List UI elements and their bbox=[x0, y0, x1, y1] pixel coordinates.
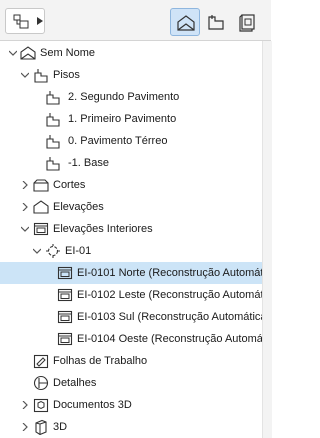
interior-elevation-icon bbox=[57, 332, 73, 346]
interior-elevation-group-icon bbox=[46, 244, 60, 258]
layout-book-icon bbox=[239, 14, 255, 32]
layout-book-button[interactable] bbox=[232, 8, 262, 36]
chevron-down-icon[interactable] bbox=[9, 49, 17, 57]
tree-item-3d[interactable]: 3D bbox=[0, 416, 262, 438]
tree-item-label: EI-01 bbox=[65, 245, 92, 257]
tree-item-label: EI-0103 Sul (Reconstrução Automática) bbox=[77, 311, 262, 323]
vertical-scrollbar[interactable] bbox=[262, 41, 272, 438]
view-map-button[interactable] bbox=[201, 8, 231, 36]
tree-item-label: Sem Nome bbox=[40, 47, 96, 59]
chevron-down-icon[interactable] bbox=[33, 247, 41, 255]
tree-item-folhas[interactable]: Folhas de Trabalho bbox=[0, 350, 262, 372]
detail-icon bbox=[33, 375, 49, 391]
tree-item-label: -1. Base bbox=[68, 157, 109, 169]
tree-item-label: EI-0101 Norte (Reconstrução Automática) bbox=[77, 267, 262, 279]
story-icon bbox=[46, 135, 60, 149]
caret-right-icon bbox=[37, 17, 43, 25]
tree-item-elevacoes[interactable]: Elevações bbox=[0, 196, 262, 218]
navigator-menu-button[interactable] bbox=[5, 8, 45, 34]
navigator-toolbar bbox=[0, 0, 271, 41]
tree-item-story[interactable]: 0. Pavimento Térreo bbox=[0, 130, 262, 152]
tree-item-label: 3D bbox=[53, 421, 68, 433]
tree-item-elevacoes-interiores[interactable]: Elevações Interiores bbox=[0, 218, 262, 240]
tree-item-detalhes[interactable]: Detalhes bbox=[0, 372, 262, 394]
tree-item-ei-view[interactable]: EI-0103 Sul (Reconstrução Automática) bbox=[0, 306, 262, 328]
chevron-right-icon[interactable] bbox=[21, 203, 29, 211]
worksheet-icon bbox=[33, 354, 49, 369]
tree-item-label: Detalhes bbox=[53, 377, 97, 389]
tree-item-label: Folhas de Trabalho bbox=[53, 355, 148, 367]
tree-item-label: EI-0104 Oeste (Reconstrução Automática) bbox=[77, 333, 262, 345]
tree-item-label: Elevações Interiores bbox=[53, 223, 153, 235]
section-icon bbox=[33, 179, 49, 192]
project-map-icon bbox=[177, 15, 195, 31]
tree-item-label: Pisos bbox=[53, 69, 80, 81]
cube-3d-icon bbox=[35, 419, 47, 435]
project-tree: Sem Nome Pisos 2. Segundo Pavimento 1. P… bbox=[0, 41, 262, 438]
interior-elevation-icon bbox=[57, 288, 73, 302]
navigator-menu-icon bbox=[13, 14, 29, 29]
tree-item-root[interactable]: Sem Nome bbox=[0, 42, 262, 64]
tree-item-label: 2. Segundo Pavimento bbox=[68, 91, 180, 103]
story-icon bbox=[46, 91, 60, 105]
chevron-right-icon[interactable] bbox=[21, 423, 29, 431]
chevron-down-icon[interactable] bbox=[21, 71, 29, 79]
document-3d-icon bbox=[33, 398, 49, 413]
view-map-icon bbox=[208, 15, 224, 30]
house-icon bbox=[20, 46, 36, 60]
tree-item-story[interactable]: -1. Base bbox=[0, 152, 262, 174]
tree-item-pisos[interactable]: Pisos bbox=[0, 64, 262, 86]
interior-elevation-icon bbox=[57, 310, 73, 324]
interior-elevation-icon bbox=[33, 222, 49, 236]
tree-item-ei-01[interactable]: EI-01 bbox=[0, 240, 262, 262]
tree-item-label: EI-0102 Leste (Reconstrução Automática) bbox=[77, 289, 262, 301]
tree-item-documentos-3d[interactable]: Documentos 3D bbox=[0, 394, 262, 416]
tree-item-ei-view[interactable]: EI-0102 Leste (Reconstrução Automática) bbox=[0, 284, 262, 306]
tree-item-label: Cortes bbox=[53, 179, 86, 191]
tree-item-label: Documentos 3D bbox=[53, 399, 132, 411]
story-icon bbox=[34, 69, 48, 83]
tree-item-ei-view[interactable]: EI-0101 Norte (Reconstrução Automática) bbox=[0, 262, 262, 284]
elevation-icon bbox=[33, 200, 49, 214]
chevron-right-icon[interactable] bbox=[21, 181, 29, 189]
tree-item-ei-view[interactable]: EI-0104 Oeste (Reconstrução Automática) bbox=[0, 328, 262, 350]
project-map-button[interactable] bbox=[170, 8, 200, 36]
tree-item-label: 1. Primeiro Pavimento bbox=[68, 113, 177, 125]
tree-item-cortes[interactable]: Cortes bbox=[0, 174, 262, 196]
tree-item-story[interactable]: 1. Primeiro Pavimento bbox=[0, 108, 262, 130]
story-icon bbox=[46, 157, 60, 171]
chevron-down-icon[interactable] bbox=[21, 225, 29, 233]
chevron-right-icon[interactable] bbox=[21, 401, 29, 409]
interior-elevation-icon bbox=[57, 266, 73, 280]
story-icon bbox=[46, 113, 60, 127]
tree-item-label: 0. Pavimento Térreo bbox=[68, 135, 168, 147]
tree-item-story[interactable]: 2. Segundo Pavimento bbox=[0, 86, 262, 108]
tree-item-label: Elevações bbox=[53, 201, 104, 213]
